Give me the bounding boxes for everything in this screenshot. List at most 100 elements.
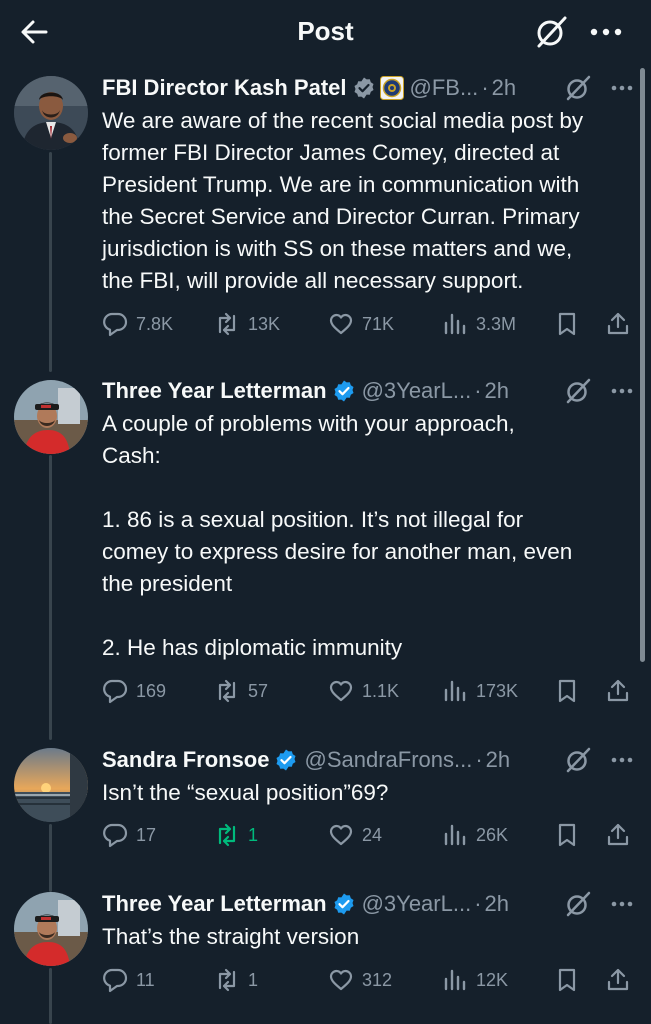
reply-button[interactable]: 7.8K bbox=[102, 309, 173, 339]
top-bar: Post bbox=[0, 0, 651, 62]
reply-count: 7.8K bbox=[136, 313, 174, 334]
repost-button[interactable]: 13K bbox=[214, 309, 280, 339]
more-icon[interactable] bbox=[586, 14, 626, 50]
avatar[interactable] bbox=[14, 892, 88, 966]
author-handle[interactable]: @SandraFrons... bbox=[304, 747, 472, 773]
reply-icon bbox=[103, 823, 128, 848]
verified-badge-icon bbox=[274, 748, 298, 772]
thread-line bbox=[49, 455, 52, 740]
repost-count: 1 bbox=[248, 824, 259, 845]
like-button[interactable]: 1.1K bbox=[328, 676, 399, 706]
repost-button[interactable]: 1 bbox=[214, 965, 258, 995]
repost-count: 13K bbox=[248, 313, 281, 334]
fbi-seal-icon[interactable] bbox=[379, 76, 404, 100]
author-handle[interactable]: @3YearL... bbox=[362, 378, 472, 404]
post-text: Isn’t the “sexual position”69? bbox=[102, 780, 389, 805]
views-button[interactable]: 12K bbox=[442, 965, 508, 995]
post-header: FBI Director Kash Patel @FB... · 2h bbox=[102, 72, 635, 104]
like-button[interactable]: 312 bbox=[328, 965, 392, 995]
post-time[interactable]: 2h bbox=[492, 75, 516, 101]
like-button[interactable]: 71K bbox=[328, 309, 394, 339]
separator-dot: · bbox=[474, 891, 482, 916]
avatar[interactable] bbox=[14, 380, 88, 454]
repost-icon bbox=[218, 679, 236, 703]
post-text: We are aware of the recent social media … bbox=[102, 108, 584, 293]
author-handle[interactable]: @3YearL... bbox=[362, 891, 472, 917]
reply-icon bbox=[103, 679, 128, 704]
views-button[interactable]: 3.3M bbox=[442, 309, 516, 339]
separator-dot: · bbox=[474, 378, 482, 403]
like-count: 1.1K bbox=[362, 680, 400, 701]
repost-icon bbox=[218, 823, 236, 847]
post-header: Three Year Letterman @3YearL... · 2h bbox=[102, 375, 635, 407]
verified-badge-icon bbox=[332, 379, 356, 403]
more-icon[interactable] bbox=[609, 748, 635, 772]
more-icon[interactable] bbox=[609, 892, 635, 916]
reply-count: 11 bbox=[136, 969, 155, 990]
bookmark-icon bbox=[558, 312, 576, 336]
views-button[interactable]: 26K bbox=[442, 820, 508, 850]
like-icon bbox=[329, 313, 353, 335]
like-icon bbox=[329, 824, 353, 846]
bookmark-button[interactable] bbox=[554, 309, 580, 339]
bookmark-button[interactable] bbox=[554, 965, 580, 995]
grok-icon[interactable] bbox=[533, 14, 569, 50]
like-button[interactable]: 24 bbox=[328, 820, 382, 850]
views-icon bbox=[444, 824, 466, 846]
author-handle[interactable]: @FB... bbox=[410, 75, 479, 101]
grok-icon[interactable] bbox=[564, 74, 592, 102]
like-count: 71K bbox=[362, 313, 395, 334]
bookmark-button[interactable] bbox=[554, 820, 580, 850]
grok-icon[interactable] bbox=[564, 890, 592, 918]
page-title: Post bbox=[297, 15, 354, 46]
post-time[interactable]: 2h bbox=[485, 891, 509, 917]
scrollbar[interactable] bbox=[640, 68, 645, 662]
grok-icon[interactable] bbox=[564, 377, 592, 405]
share-button[interactable] bbox=[605, 676, 631, 706]
separator-dot: · bbox=[475, 747, 483, 772]
post-text: That’s the straight version bbox=[102, 924, 360, 949]
views-count: 173K bbox=[476, 680, 519, 701]
views-icon bbox=[444, 680, 466, 702]
reply-count: 17 bbox=[136, 824, 157, 845]
more-icon[interactable] bbox=[609, 76, 635, 100]
share-button[interactable] bbox=[605, 309, 631, 339]
views-count: 12K bbox=[476, 969, 509, 990]
post-header: Three Year Letterman @3YearL... · 2h bbox=[102, 888, 635, 920]
views-button[interactable]: 173K bbox=[442, 676, 518, 706]
author-name[interactable]: Sandra Fronsoe bbox=[102, 747, 269, 773]
reply-button[interactable]: 11 bbox=[102, 965, 155, 995]
repost-icon bbox=[218, 968, 236, 992]
grok-icon[interactable] bbox=[564, 746, 592, 774]
thread-line bbox=[49, 968, 52, 1024]
avatar[interactable] bbox=[14, 748, 88, 822]
like-icon bbox=[329, 969, 353, 991]
views-icon bbox=[444, 313, 466, 335]
post-time[interactable]: 2h bbox=[485, 378, 509, 404]
share-button[interactable] bbox=[605, 965, 631, 995]
thread-line bbox=[49, 824, 52, 892]
more-icon[interactable] bbox=[609, 379, 635, 403]
avatar[interactable] bbox=[14, 76, 88, 150]
repost-count: 57 bbox=[248, 680, 269, 701]
repost-button[interactable]: 57 bbox=[214, 676, 268, 706]
reply-button[interactable]: 17 bbox=[102, 820, 156, 850]
author-name[interactable]: FBI Director Kash Patel bbox=[102, 75, 347, 101]
share-button[interactable] bbox=[605, 820, 631, 850]
share-icon bbox=[607, 679, 629, 702]
bookmark-button[interactable] bbox=[554, 676, 580, 706]
post-text: A couple of problems with your approach,… bbox=[102, 411, 573, 660]
back-arrow-icon[interactable] bbox=[16, 14, 52, 50]
reply-count: 169 bbox=[136, 680, 167, 701]
repost-icon bbox=[218, 312, 236, 336]
post-header: Sandra Fronsoe @SandraFrons... · 2h bbox=[102, 744, 635, 776]
author-name[interactable]: Three Year Letterman bbox=[102, 891, 327, 917]
action-bar: 17 1 24 26K bbox=[102, 820, 637, 850]
reply-button[interactable]: 169 bbox=[102, 676, 166, 706]
repost-button[interactable]: 1 bbox=[214, 820, 258, 850]
post-time[interactable]: 2h bbox=[486, 747, 510, 773]
like-icon bbox=[329, 680, 353, 702]
views-icon bbox=[444, 969, 466, 991]
views-count: 3.3M bbox=[476, 313, 517, 334]
author-name[interactable]: Three Year Letterman bbox=[102, 378, 327, 404]
